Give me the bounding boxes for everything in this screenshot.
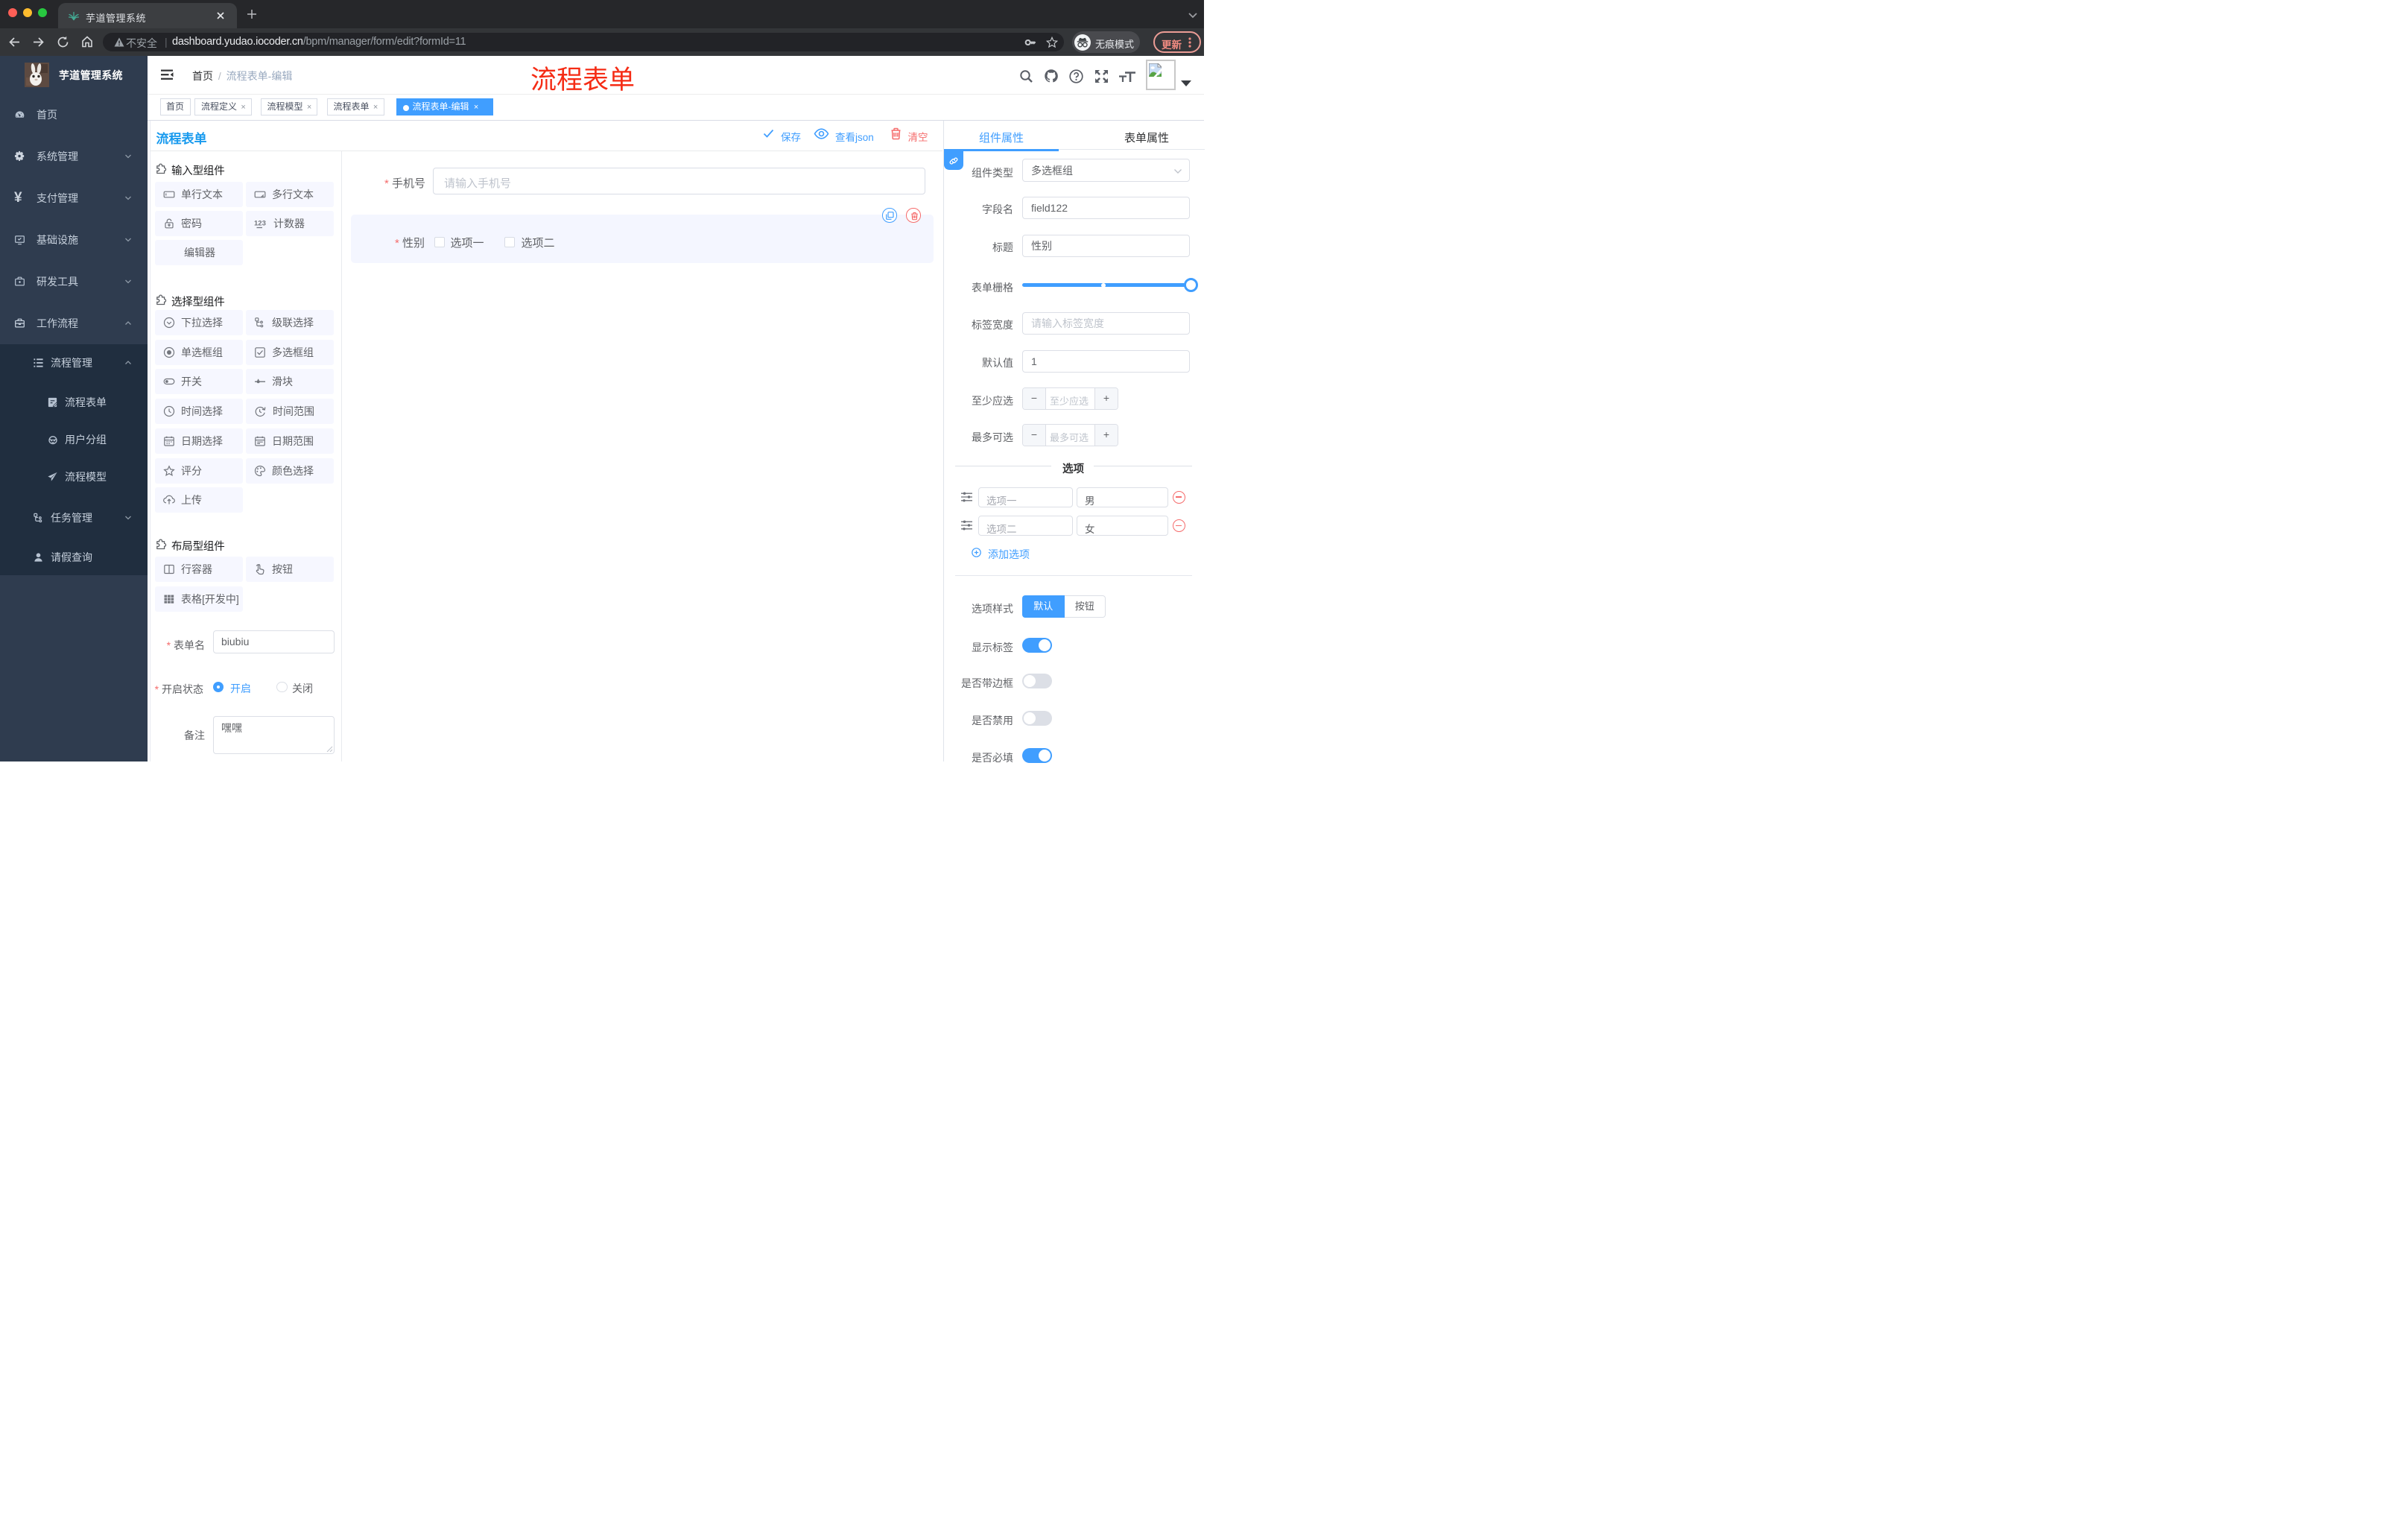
svg-text:123: 123 — [254, 220, 266, 228]
